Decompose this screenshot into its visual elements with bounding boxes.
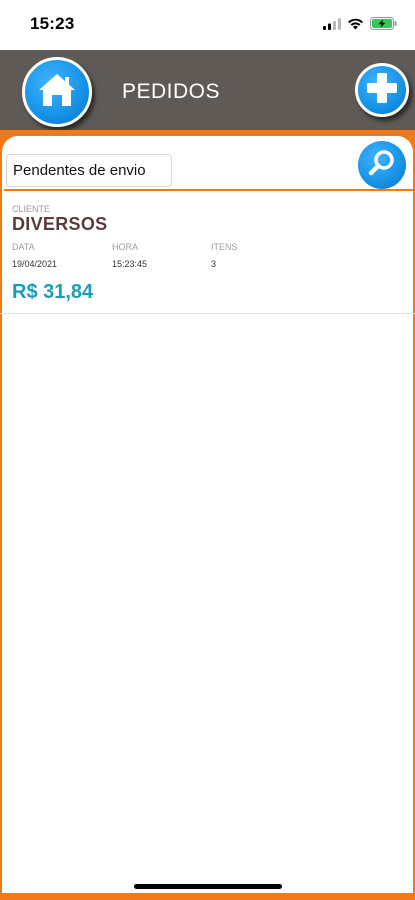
order-total: R$ 31,84 bbox=[12, 281, 94, 303]
items-label: ITENS bbox=[211, 242, 238, 252]
status-bar: 15:23 bbox=[0, 0, 415, 50]
order-date: 19/04/2021 bbox=[12, 259, 58, 269]
client-name: DIVERSOS bbox=[12, 214, 108, 234]
wifi-icon bbox=[347, 17, 364, 35]
time-label: HORA bbox=[112, 242, 139, 252]
order-time: 15:23:45 bbox=[112, 259, 148, 269]
status-time: 15:23 bbox=[30, 14, 75, 33]
battery-charging-icon bbox=[370, 17, 397, 35]
status-filter-select[interactable]: Pendentes de envio bbox=[6, 154, 172, 187]
plus-icon bbox=[366, 72, 398, 109]
search-button[interactable] bbox=[358, 141, 406, 189]
add-order-button[interactable] bbox=[355, 63, 409, 117]
order-items-count: 3 bbox=[211, 259, 217, 269]
status-icons bbox=[323, 17, 397, 35]
search-icon bbox=[367, 148, 397, 183]
home-button[interactable] bbox=[22, 57, 92, 127]
date-label: DATA bbox=[12, 242, 35, 252]
home-icon bbox=[37, 72, 77, 113]
home-indicator[interactable] bbox=[134, 884, 282, 889]
client-label: CLIENTE bbox=[12, 204, 51, 214]
signal-icon bbox=[323, 17, 341, 35]
order-list-item[interactable]: CLIENTE DIVERSOS DATA HORA ITENS 19/04/2… bbox=[0, 196, 415, 314]
search-divider bbox=[4, 189, 413, 191]
